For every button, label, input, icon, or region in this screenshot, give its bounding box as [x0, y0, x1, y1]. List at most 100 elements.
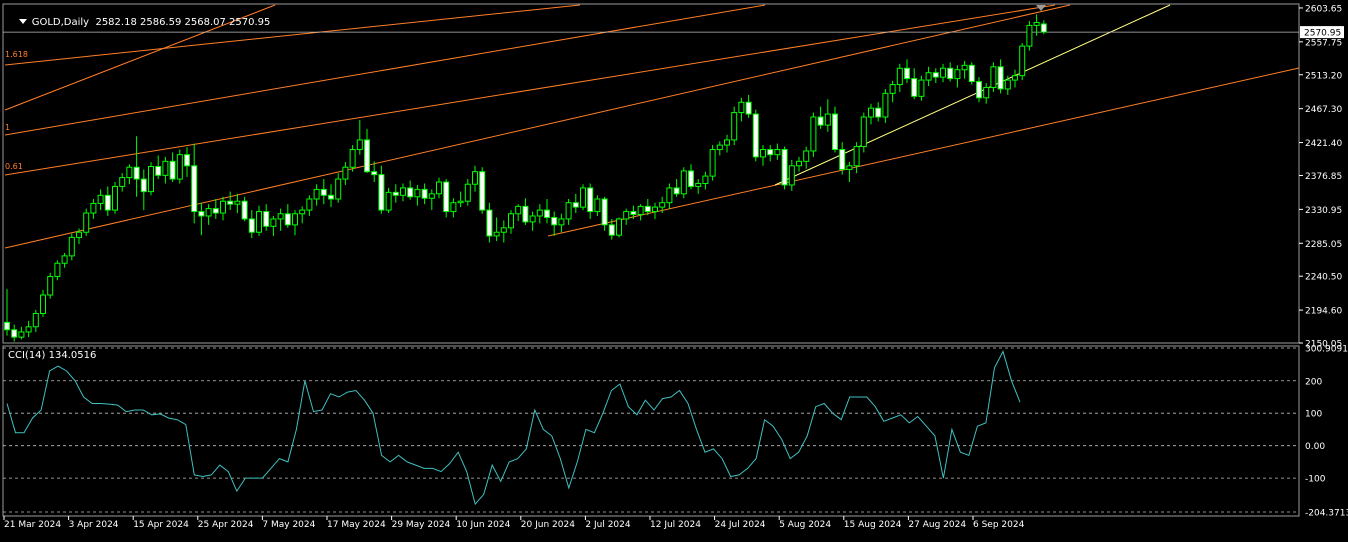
x-tick-label: 27 Aug 2024 — [908, 520, 966, 530]
candle — [328, 194, 334, 200]
candle — [680, 170, 687, 195]
candle — [292, 213, 298, 226]
x-tick-label: 2 Jul 2024 — [585, 520, 630, 530]
candle — [342, 166, 349, 180]
candle — [695, 182, 702, 187]
candle — [608, 224, 615, 236]
candle — [436, 181, 442, 195]
x-tick-label: 21 Mar 2024 — [4, 520, 61, 530]
x-tick-label: 17 May 2024 — [327, 520, 386, 530]
candle — [349, 149, 356, 168]
candle — [356, 139, 363, 151]
x-tick-label: 25 Apr 2024 — [198, 520, 254, 530]
price-tick-label: 2240.50 — [1305, 273, 1342, 283]
x-tick-label: 15 Apr 2024 — [133, 520, 189, 530]
chart-header: GOLD,Daily 2582.18 2586.59 2568.07 2570.… — [6, 6, 270, 39]
cci-panel-frame — [2, 345, 1300, 517]
price-tick-label: 2467.30 — [1305, 105, 1342, 115]
candle — [551, 216, 558, 226]
cci-scale-label: -100 — [1305, 475, 1326, 485]
candle — [594, 198, 601, 213]
cci-scale-label: 0.00 — [1305, 442, 1325, 452]
candle — [76, 231, 82, 238]
candle — [868, 107, 874, 118]
fib-label: 0.61 — [5, 162, 23, 171]
candle — [968, 64, 975, 83]
cci-scale-label: 100 — [1305, 410, 1322, 420]
candle — [673, 187, 680, 195]
candle — [126, 166, 133, 179]
candle — [248, 218, 255, 233]
candle — [925, 72, 932, 81]
candle — [853, 146, 860, 167]
chart-root: 1.618 1 0.61 2603.65 2557.75 2513.20 2467.30 24… — [0, 0, 1348, 538]
candle — [364, 139, 370, 173]
cci-scale-label: -204.3713 — [1305, 509, 1348, 519]
price-tick-label: 2285.05 — [1305, 240, 1342, 250]
candle — [263, 211, 270, 227]
candle — [637, 205, 644, 216]
candle — [666, 187, 673, 204]
candle — [522, 205, 529, 223]
candle — [932, 72, 939, 78]
candle — [493, 231, 500, 237]
candle — [169, 160, 176, 180]
candle — [277, 213, 284, 220]
dropdown-arrow-icon[interactable] — [18, 19, 27, 24]
x-tick-label: 15 Aug 2024 — [844, 520, 902, 530]
candle — [803, 150, 810, 162]
candle — [796, 160, 802, 167]
price-tick-label: 2557.75 — [1305, 38, 1342, 48]
price-tick-label: 2194.60 — [1305, 307, 1342, 317]
candle — [904, 67, 910, 80]
candle — [983, 86, 990, 99]
candle — [745, 101, 752, 115]
candle — [774, 149, 781, 156]
candle — [544, 209, 550, 218]
indicator-label: CCI(14) 134.0516 — [8, 350, 97, 361]
candle — [832, 113, 838, 151]
candle — [882, 92, 889, 118]
price-tick-label: 2421.40 — [1305, 139, 1342, 149]
candle — [817, 116, 824, 126]
candle — [623, 211, 630, 220]
candle — [313, 188, 320, 200]
candle — [133, 166, 140, 180]
candle — [536, 209, 543, 217]
x-tick-label: 10 Jun 2024 — [456, 520, 510, 530]
candle — [371, 171, 378, 176]
candle — [155, 166, 162, 176]
candle — [889, 84, 896, 94]
candle — [716, 144, 723, 151]
candle — [90, 202, 97, 214]
cci-series-line — [6, 350, 1021, 506]
candle — [320, 188, 327, 196]
cci-scale-label: 200 — [1305, 377, 1322, 387]
candle — [198, 211, 205, 217]
candle — [1026, 24, 1033, 47]
candle — [234, 200, 241, 205]
candle — [335, 178, 342, 200]
candle — [270, 218, 277, 227]
fib-label: 1 — [5, 123, 10, 132]
candle — [587, 187, 594, 213]
candle — [464, 183, 471, 202]
candle — [162, 160, 169, 176]
x-tick-label: 6 Sep 2024 — [973, 520, 1025, 530]
candle — [731, 112, 738, 141]
x-tick-label: 12 Jul 2024 — [650, 520, 701, 530]
candle — [306, 198, 313, 211]
candle — [176, 154, 183, 180]
candle — [220, 200, 226, 214]
candle — [760, 149, 766, 158]
candle — [940, 67, 946, 78]
candle — [1040, 23, 1047, 33]
candle — [558, 218, 565, 226]
cci-scale-label: 300.9091 — [1305, 345, 1348, 355]
candle — [205, 208, 212, 217]
candle — [47, 276, 54, 296]
candle — [601, 198, 608, 226]
price-tick-label: 2513.20 — [1305, 71, 1342, 81]
candle — [709, 149, 716, 177]
candle — [378, 174, 385, 211]
